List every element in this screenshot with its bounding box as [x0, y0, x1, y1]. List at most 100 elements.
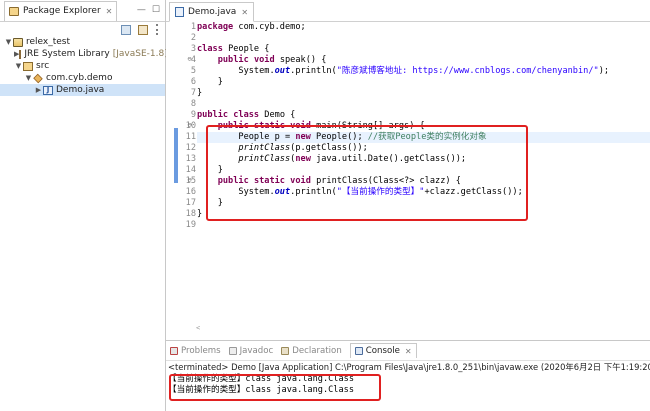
- tree-item-label: src: [36, 61, 50, 71]
- library-icon: [19, 49, 22, 59]
- tree-item-relex-test[interactable]: ▼ relex_test: [0, 36, 165, 48]
- code-line-3: class People {: [197, 44, 650, 55]
- code-text: System.: [238, 66, 275, 76]
- package-explorer-toolbar: [121, 24, 159, 35]
- line-number: 7: [190, 88, 196, 98]
- line-number: 8: [190, 99, 196, 109]
- declaration-icon: [281, 346, 290, 355]
- package-explorer-view: Package Explorer ✕ — ☐ ▼ relex_test ▶ JR…: [0, 0, 168, 411]
- chevron-down-icon[interactable]: ▼: [14, 60, 23, 72]
- link-with-editor-icon[interactable]: [138, 24, 148, 35]
- package-explorer-icon: [9, 6, 19, 16]
- scroll-left-icon[interactable]: <: [196, 324, 200, 332]
- project-tree: ▼ relex_test ▶ JRE System Library [JavaS…: [0, 36, 168, 96]
- code-text: People {: [228, 44, 270, 54]
- editor-area: Demo.java ✕ 1 2 3 4 5 6 7 8 9 10 11 12 1…: [166, 0, 650, 340]
- keyword: class: [233, 110, 260, 120]
- java-file-icon: [175, 7, 184, 17]
- tab-label: Javadoc: [239, 345, 274, 356]
- highlight-box-code: [206, 125, 528, 221]
- line-number: 3: [190, 44, 196, 54]
- tab-demo-java[interactable]: Demo.java ✕: [169, 2, 255, 22]
- tab-package-explorer[interactable]: Package Explorer ✕: [4, 0, 118, 21]
- line-number: 5: [190, 66, 196, 76]
- tab-problems[interactable]: Problems: [170, 346, 221, 356]
- tree-item-label: relex_test: [26, 37, 71, 47]
- line-number: 18: [185, 209, 196, 219]
- line-number: 1: [190, 22, 196, 32]
- console-view: Problems Javadoc Declaration Console ✕ <…: [166, 340, 650, 411]
- string-literal: "陈彦斌博客地址: https://www.cnblogs.com/chenya…: [336, 66, 599, 76]
- view-menu-icon[interactable]: [155, 24, 159, 35]
- minimize-icon[interactable]: —: [137, 5, 146, 15]
- keyword: public: [197, 110, 229, 120]
- problems-icon: [170, 346, 178, 355]
- code-editor[interactable]: 1 2 3 4 5 6 7 8 9 10 11 12 13 14 15 16 1…: [166, 22, 650, 332]
- code-line-4: public void speak() {: [197, 55, 650, 66]
- keyword: class: [197, 44, 223, 54]
- tree-item-package[interactable]: ▼ com.cyb.demo: [0, 72, 165, 84]
- line-number: 17: [185, 198, 196, 208]
- tree-item-label: Demo.java: [56, 85, 105, 95]
- tab-label: Problems: [181, 345, 221, 356]
- close-icon[interactable]: ✕: [241, 8, 248, 17]
- code-text: }: [197, 209, 203, 219]
- line-number: 12: [185, 143, 196, 153]
- line-number: 19: [185, 220, 196, 230]
- fold-toggle-icon[interactable]: ⊖: [186, 55, 193, 63]
- java-file-icon: J: [43, 85, 53, 95]
- highlight-box-console: [169, 374, 381, 401]
- package-icon: [33, 73, 43, 83]
- code-text: }: [217, 77, 223, 87]
- line-number: 16: [185, 187, 196, 197]
- chevron-right-icon[interactable]: ▶: [34, 84, 43, 96]
- maximize-icon[interactable]: ☐: [152, 5, 160, 15]
- console-terminated-line: <terminated> Demo [Java Application] C:\…: [168, 362, 650, 372]
- tab-console[interactable]: Console ✕: [349, 343, 417, 358]
- chevron-down-icon[interactable]: ▼: [4, 36, 13, 48]
- tab-javadoc[interactable]: Javadoc: [228, 345, 274, 356]
- fold-toggle-icon[interactable]: ⊖: [186, 176, 193, 184]
- code-text: );: [598, 66, 610, 76]
- bottom-view-tabbar: Problems Javadoc Declaration Console ✕: [166, 341, 650, 361]
- tree-item-src[interactable]: ▼ src: [0, 60, 165, 72]
- code-line-7: }: [197, 88, 650, 99]
- tree-item-label: com.cyb.demo: [46, 73, 113, 83]
- code-text: }: [197, 88, 203, 98]
- line-number: 14: [185, 165, 196, 175]
- editor-tabbar: Demo.java ✕: [166, 0, 650, 22]
- keyword: package: [197, 22, 234, 32]
- code-text: .println(: [290, 66, 337, 76]
- tab-label: Declaration: [292, 345, 342, 356]
- tree-item-jre-library[interactable]: ▶ JRE System Library [JavaSE-1.8]: [0, 48, 168, 60]
- code-line-6: }: [197, 77, 650, 88]
- line-number: 2: [190, 33, 196, 43]
- code-text: speak() {: [279, 55, 327, 65]
- keyword: public: [217, 55, 249, 65]
- tree-item-demo-java[interactable]: ▶ J Demo.java: [0, 84, 165, 96]
- code-line-9: public class Demo {: [197, 110, 650, 121]
- field: out: [274, 66, 291, 76]
- line-number: 6: [190, 77, 196, 87]
- tree-item-label: JRE System Library: [24, 49, 110, 59]
- keyword: void: [253, 55, 275, 65]
- line-number: 9: [190, 110, 196, 120]
- code-line-5: System.out.println("陈彦斌博客地址: https://www…: [197, 66, 650, 77]
- line-number: 13: [185, 154, 196, 164]
- project-icon: [13, 37, 23, 47]
- close-icon[interactable]: ✕: [405, 347, 412, 356]
- close-icon[interactable]: ✕: [106, 7, 113, 16]
- console-icon: [354, 347, 363, 355]
- code-line-1: package com.cyb.demo;: [197, 22, 650, 33]
- chevron-down-icon[interactable]: ▼: [24, 72, 33, 84]
- collapse-all-icon[interactable]: [121, 24, 131, 35]
- code-text: Demo {: [264, 110, 296, 120]
- line-number: 11: [185, 132, 196, 142]
- fold-toggle-icon[interactable]: ⊖: [186, 121, 193, 129]
- tab-declaration[interactable]: Declaration: [281, 346, 342, 356]
- horizontal-scrollbar[interactable]: <: [196, 324, 650, 332]
- editor-tab-label: Demo.java: [188, 7, 237, 17]
- view-window-controls: — ☐: [137, 5, 160, 15]
- tab-label: Console: [365, 346, 400, 356]
- javadoc-icon: [228, 346, 237, 355]
